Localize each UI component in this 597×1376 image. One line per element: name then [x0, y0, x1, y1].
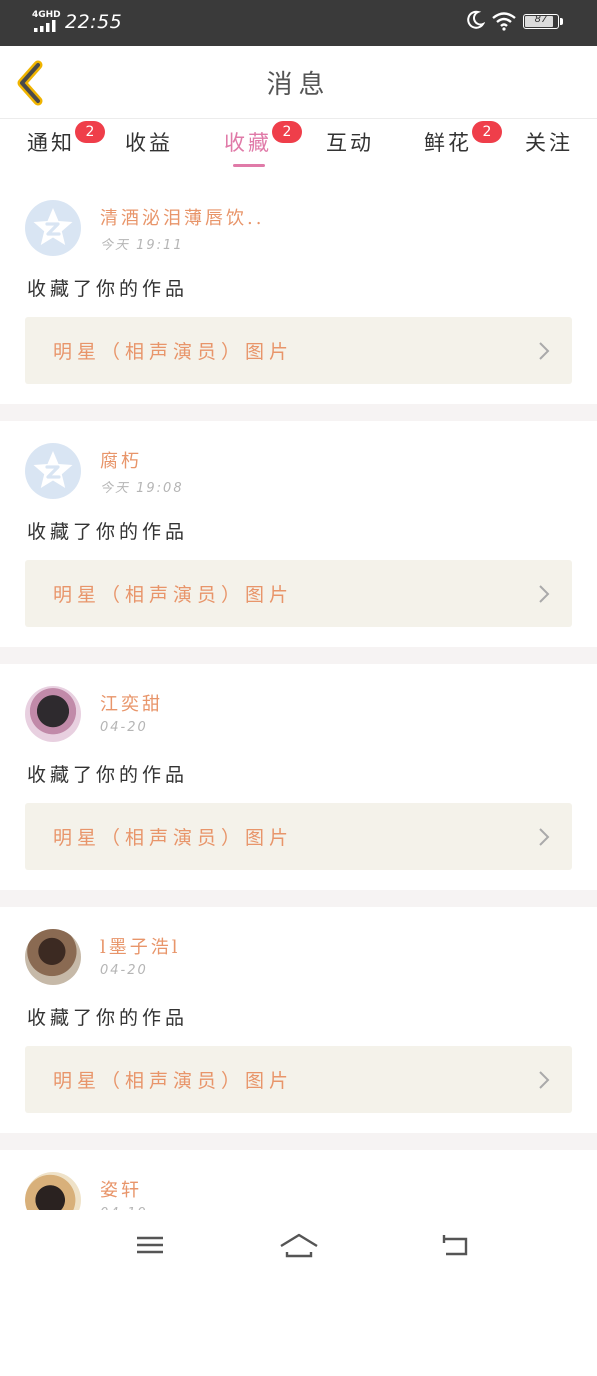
work-link[interactable]: 明星（相声演员）图片	[25, 560, 572, 627]
work-link[interactable]: 明星（相声演员）图片	[25, 803, 572, 870]
tab-label: 鲜花	[424, 131, 472, 155]
app-header: 消息	[0, 46, 597, 119]
work-link[interactable]: 明星（相声演员）图片	[25, 317, 572, 384]
work-link[interactable]: 明星（相声演员）图片	[25, 1046, 572, 1113]
chevron-right-icon	[539, 585, 550, 603]
tab-badge: 2	[472, 121, 502, 143]
signal-icon	[34, 20, 56, 32]
message-card: 腐朽 今天 19:08 收藏了你的作品 明星（相声演员）图片	[0, 421, 597, 647]
message-action: 收藏了你的作品	[27, 764, 189, 786]
work-title: 明星（相声演员）图片	[53, 584, 294, 606]
user-avatar[interactable]	[25, 929, 81, 985]
navigation-bar	[0, 1210, 597, 1280]
page-title: 消息	[266, 70, 331, 100]
active-tab-indicator	[233, 164, 265, 167]
work-title: 明星（相声演员）图片	[53, 827, 294, 849]
message-card: 清酒泌泪薄唇饮.. 今天 19:11 收藏了你的作品 明星（相声演员）图片	[0, 178, 597, 404]
return-icon[interactable]	[440, 1230, 470, 1260]
clock: 22:55	[65, 11, 123, 33]
menu-icon[interactable]	[135, 1230, 165, 1260]
default-avatar-icon[interactable]	[25, 200, 81, 256]
battery-level: 87	[534, 14, 548, 25]
divider	[0, 404, 597, 421]
message-time: 今天 19:08	[100, 481, 184, 496]
message-list: 清酒泌泪薄唇饮.. 今天 19:11 收藏了你的作品 明星（相声演员）图片 腐朽…	[0, 178, 597, 1376]
message-action: 收藏了你的作品	[27, 521, 189, 543]
user-name[interactable]: 腐朽	[100, 447, 142, 473]
tab-label: 收益	[125, 131, 173, 155]
home-icon[interactable]	[279, 1230, 319, 1260]
message-card: 江奕甜 04-20 收藏了你的作品 明星（相声演员）图片	[0, 664, 597, 890]
message-time: 今天 19:11	[100, 238, 184, 253]
user-name[interactable]: l墨子浩l	[100, 933, 181, 959]
tab-label: 互动	[326, 131, 374, 155]
chevron-right-icon	[539, 1071, 550, 1089]
wifi-icon	[492, 12, 516, 31]
message-time: 04-20	[100, 720, 148, 735]
tab-label: 收藏	[224, 131, 272, 155]
work-title: 明星（相声演员）图片	[53, 1070, 294, 1092]
battery-icon: 87	[523, 14, 559, 29]
tab-badge: 2	[272, 121, 302, 143]
chevron-right-icon	[539, 828, 550, 846]
tab-earnings[interactable]: 收益	[125, 127, 173, 157]
divider	[0, 647, 597, 664]
moon-icon	[467, 10, 485, 29]
tab-follow[interactable]: 关注	[525, 127, 573, 157]
user-avatar[interactable]	[25, 686, 81, 742]
user-name[interactable]: 清酒泌泪薄唇饮..	[100, 204, 264, 230]
chevron-right-icon	[539, 342, 550, 360]
message-action: 收藏了你的作品	[27, 1007, 189, 1029]
message-card: l墨子浩l 04-20 收藏了你的作品 明星（相声演员）图片	[0, 907, 597, 1133]
message-action: 收藏了你的作品	[27, 278, 189, 300]
tab-bar: 通知 2 收益 收藏 2 互动 鲜花 2 关注	[0, 119, 597, 171]
divider	[0, 890, 597, 907]
work-title: 明星（相声演员）图片	[53, 341, 294, 363]
tab-interaction[interactable]: 互动	[326, 127, 374, 157]
user-name[interactable]: 江奕甜	[100, 690, 163, 716]
tab-favorites[interactable]: 收藏 2	[224, 121, 302, 157]
tab-label: 关注	[525, 131, 573, 155]
tab-flowers[interactable]: 鲜花 2	[424, 121, 502, 157]
tab-badge: 2	[75, 121, 105, 143]
status-bar: 4GHD 22:55 87	[0, 0, 597, 46]
divider	[0, 1133, 597, 1150]
default-avatar-icon[interactable]	[25, 443, 81, 499]
user-name[interactable]: 姿轩	[100, 1176, 142, 1202]
battery-cap	[560, 18, 563, 25]
tab-notice[interactable]: 通知 2	[27, 121, 105, 157]
message-time: 04-20	[100, 963, 148, 978]
network-label: 4GHD	[32, 10, 61, 20]
tab-label: 通知	[27, 131, 75, 155]
